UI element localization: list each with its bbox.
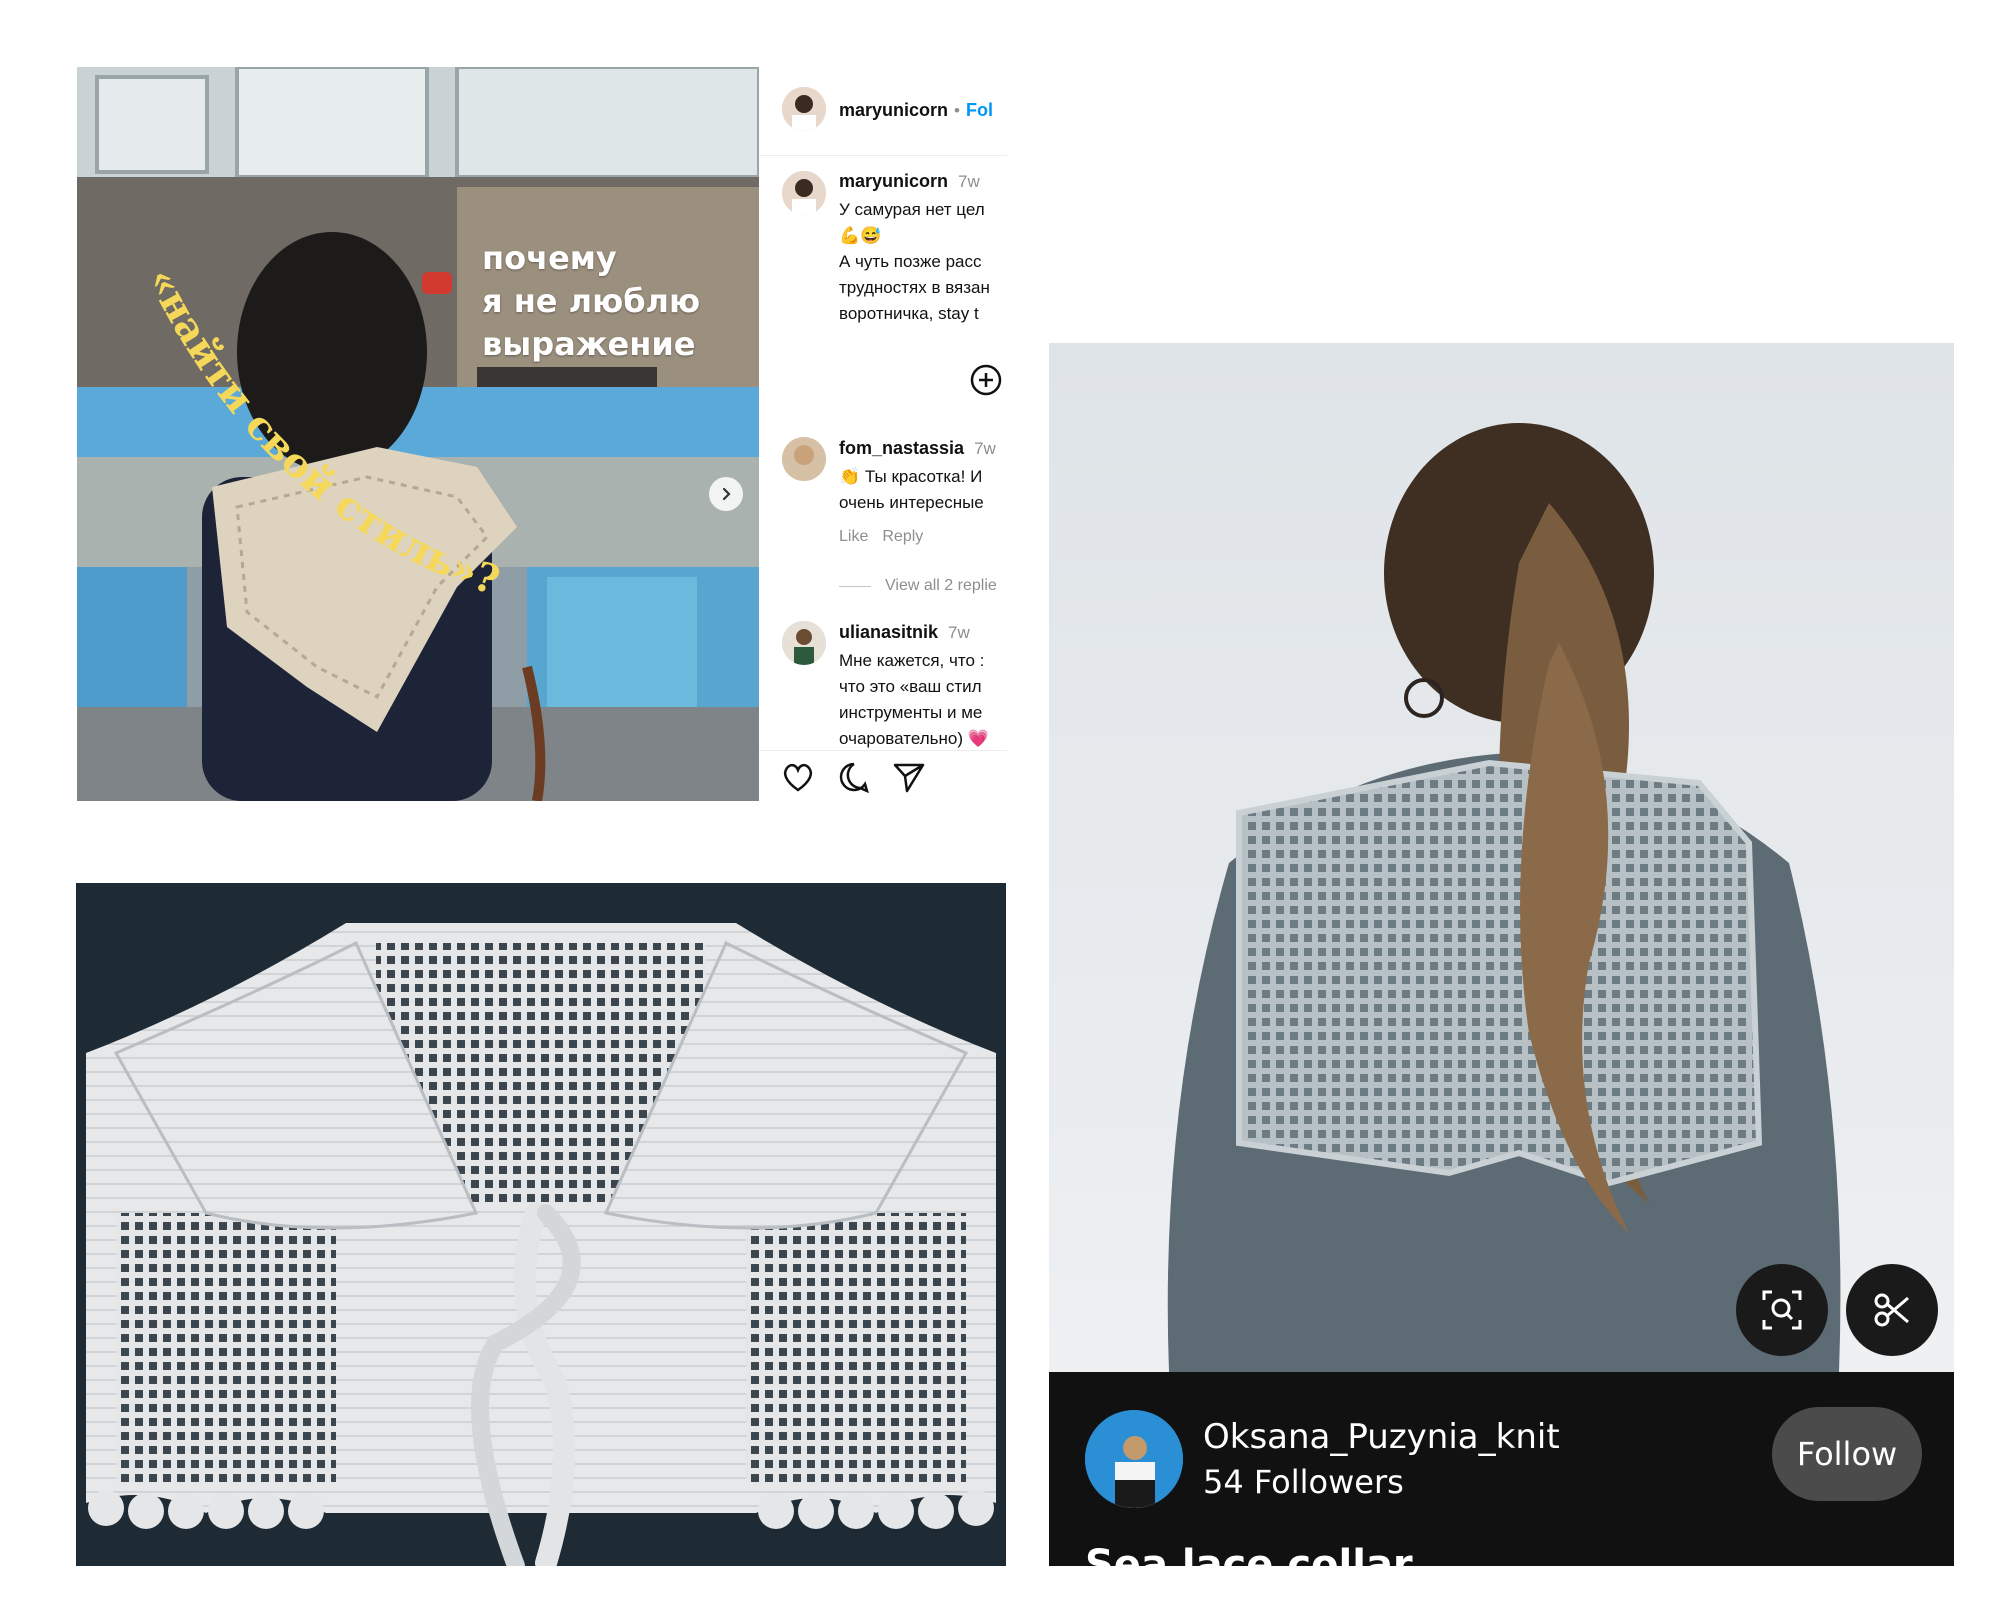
action-bar <box>759 750 1007 801</box>
comment-username[interactable]: ulianasitnik <box>839 622 938 643</box>
heart-icon[interactable] <box>781 761 815 793</box>
pin-footer: Oksana_Puzynia_knit 54 Followers Follow … <box>1049 1372 1954 1566</box>
comment-icon[interactable] <box>837 761 871 793</box>
follow-link[interactable]: Fol <box>966 100 993 121</box>
like-comment-button[interactable]: Like <box>839 528 868 546</box>
comment-time: 7w <box>974 439 996 458</box>
next-photo-button[interactable] <box>709 477 743 511</box>
comment-line: трудностях в вязан <box>839 278 990 297</box>
comment-body: 👏 Ты красотка! И очень интересные <box>839 464 984 516</box>
lace-collar-illustration <box>76 883 1006 1566</box>
avatar[interactable] <box>782 87 826 131</box>
plus-circle-icon <box>970 364 1002 396</box>
add-comment-button[interactable] <box>969 363 1003 402</box>
pin-card: Oksana_Puzynia_knit 54 Followers Follow … <box>1049 343 1954 1566</box>
visual-search-button[interactable] <box>1736 1264 1828 1356</box>
comment-username[interactable]: maryunicorn <box>839 171 948 192</box>
comment-line: У самурая нет цел <box>839 200 985 219</box>
chevron-right-icon <box>722 487 731 501</box>
replies-divider <box>839 585 871 587</box>
post-photo-illustration: «найти свой стиль»? <box>77 67 759 801</box>
instagram-post: «найти свой стиль»? почему я не люблю вы… <box>77 67 1007 801</box>
header-separator: • <box>954 101 960 120</box>
comment-line: инструменты и ме <box>839 703 983 722</box>
pin-followers: 54 Followers <box>1203 1463 1404 1501</box>
comment-time: 7w <box>958 172 980 191</box>
comment-line: очаровательно) 💗 <box>839 729 989 748</box>
comment-line: воротничка, stay t <box>839 304 979 323</box>
scissors-icon <box>1874 1293 1909 1327</box>
post-sidebar: maryunicorn • Fol maryunicorn 7w У самур… <box>759 67 1007 801</box>
comment-avatar[interactable] <box>782 437 826 481</box>
comment-line: 👏 Ты красотка! И <box>839 467 983 486</box>
post-photo[interactable]: «найти свой стиль»? почему я не люблю вы… <box>77 67 759 801</box>
comment-line: что это «ваш стил <box>839 677 982 696</box>
send-icon[interactable] <box>892 761 926 793</box>
comment-line: очень интересные <box>839 493 984 512</box>
comment-body: У самурая нет цел 💪😅 А чуть позже расс т… <box>839 197 990 327</box>
comment-avatar[interactable] <box>782 621 826 665</box>
view-replies-label: View all 2 replie <box>885 577 997 594</box>
avatar-image <box>782 87 826 131</box>
comment-time: 7w <box>948 623 970 642</box>
comment-avatar[interactable] <box>782 171 826 215</box>
avatar-image <box>782 621 826 665</box>
post-header: maryunicorn • Fol <box>759 67 1007 156</box>
header-username[interactable]: maryunicorn <box>839 100 948 121</box>
pin-photo[interactable] <box>1049 343 1954 1372</box>
comment-body: Мне кажется, что : что это «ваш стил инс… <box>839 648 989 752</box>
avatar-image <box>782 171 826 215</box>
visual-search-icon <box>1762 1290 1802 1330</box>
scissors-button[interactable] <box>1846 1264 1938 1356</box>
avatar-image <box>782 437 826 481</box>
reply-button[interactable]: Reply <box>882 528 923 546</box>
photo-caption: почему я не люблю выражение <box>482 239 701 363</box>
comment-line: Мне кажется, что : <box>839 651 985 670</box>
comment-line: А чуть позже расс <box>839 252 982 271</box>
comment-username[interactable]: fom_nastassia <box>839 438 964 459</box>
view-replies[interactable]: View all 2 replie <box>839 577 997 595</box>
pin-title: Sea lace collar <box>1085 1542 1413 1566</box>
follow-button[interactable]: Follow <box>1772 1407 1922 1501</box>
pin-username[interactable]: Oksana_Puzynia_knit <box>1203 1417 1560 1457</box>
avatar-image <box>1085 1410 1183 1508</box>
pin-avatar[interactable] <box>1085 1410 1183 1508</box>
comment-line: 💪😅 <box>839 226 882 245</box>
lace-collar-photo <box>76 883 1006 1566</box>
